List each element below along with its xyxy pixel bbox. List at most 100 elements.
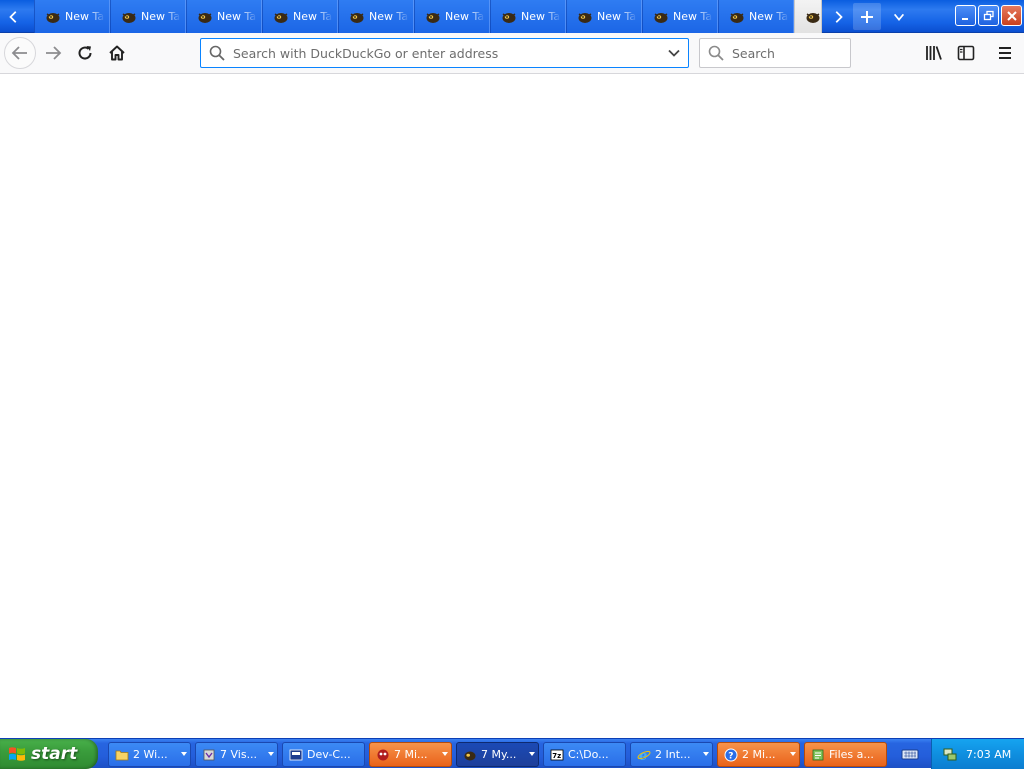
taskbar: start 2 Wi... 7 Vis... Dev-C... 7 Mi... 7 My…: [0, 738, 1024, 769]
taskbar-button-label: 2 Mi...: [742, 748, 776, 761]
home-icon: [109, 45, 125, 61]
chevron-left-icon: [9, 10, 17, 23]
favicon-icon: [654, 12, 668, 23]
network-tray-icon[interactable]: [942, 746, 958, 762]
visual-studio-icon: [203, 749, 215, 760]
navigation-toolbar: [0, 33, 1024, 74]
svg-text:7z: 7z: [552, 752, 561, 760]
tab-strip: New Tab New Tab New Tab New Tab New Tab New T…: [0, 0, 1024, 33]
address-bar[interactable]: [200, 38, 689, 68]
taskbar-button[interactable]: 7 My...: [456, 742, 539, 767]
taskbar-button-label: C:\Do...: [568, 748, 609, 761]
taskbar-button[interactable]: 7z C:\Do...: [543, 742, 626, 767]
hamburger-menu-icon: [999, 47, 1011, 59]
back-button[interactable]: [4, 37, 36, 69]
forward-button[interactable]: [37, 37, 69, 69]
library-icon: [926, 46, 942, 60]
windows-logo-icon: [9, 747, 25, 761]
favicon-icon: [502, 12, 516, 23]
search-bar[interactable]: [699, 38, 851, 68]
window-close-button[interactable]: [1001, 5, 1022, 26]
tab[interactable]: New Tab: [642, 0, 718, 33]
new-tab-button[interactable]: [853, 3, 881, 30]
tab-label: New Tab: [369, 10, 409, 23]
favicon-icon: [122, 12, 136, 23]
restore-icon: [983, 10, 994, 20]
tab-label: New Tab: [521, 10, 561, 23]
dev-cpp-icon: [289, 749, 303, 760]
tab-label: New Tab: [597, 10, 637, 23]
favicon-icon: [806, 12, 820, 23]
chevron-down-icon[interactable]: [666, 45, 682, 61]
favicon-icon: [46, 12, 60, 23]
tab[interactable]: New Tab: [186, 0, 262, 33]
window-restore-button[interactable]: [978, 5, 999, 26]
tab-label: New Tab: [445, 10, 485, 23]
page-content[interactable]: [0, 74, 1024, 738]
taskbar-button-label: 7 Mi...: [394, 748, 428, 761]
taskbar-button[interactable]: ? 2 Mi...: [717, 742, 800, 767]
window-minimize-button[interactable]: [955, 5, 976, 26]
mozilla-icon: [377, 749, 389, 760]
group-caret-icon: [442, 752, 448, 756]
tab[interactable]: New Tab: [34, 0, 110, 33]
address-input[interactable]: [231, 41, 651, 65]
home-button[interactable]: [101, 37, 133, 69]
tab[interactable]: New Tab: [110, 0, 186, 33]
svg-text:?: ?: [728, 751, 733, 761]
favicon-icon: [730, 12, 744, 23]
group-caret-icon: [790, 752, 796, 756]
plus-icon: [861, 10, 873, 23]
7zip-icon: 7z: [550, 749, 564, 760]
keyboard-icon: [901, 749, 919, 760]
taskbar-button-label: 7 Vis...: [220, 748, 258, 761]
group-caret-icon: [268, 752, 274, 756]
list-all-tabs-button[interactable]: [886, 3, 912, 30]
taskbar-button[interactable]: Files a...: [804, 742, 887, 767]
start-label: start: [31, 744, 78, 764]
favicon-icon: [350, 12, 364, 23]
taskbar-buttons: 2 Wi... 7 Vis... Dev-C... 7 Mi... 7 My... 7z C…: [108, 742, 891, 767]
menu-button[interactable]: [991, 39, 1019, 67]
library-button[interactable]: [920, 39, 948, 67]
taskbar-button-label: 7 My...: [481, 748, 517, 761]
tab[interactable]: New Tab: [262, 0, 338, 33]
group-caret-icon: [181, 752, 187, 756]
taskbar-button[interactable]: 7 Mi...: [369, 742, 452, 767]
tab-label: New Tab: [749, 10, 789, 23]
chevron-right-icon: [835, 10, 843, 23]
taskbar-button[interactable]: Dev-C...: [282, 742, 365, 767]
taskbar-button[interactable]: 2 Wi...: [108, 742, 191, 767]
search-icon: [209, 45, 225, 61]
sidebar-button[interactable]: [952, 39, 980, 67]
tab-selected[interactable]: [794, 0, 822, 33]
tab[interactable]: New Tab: [718, 0, 794, 33]
arrow-left-icon: [11, 46, 27, 60]
start-button[interactable]: start: [0, 739, 98, 769]
arrow-right-icon: [46, 46, 62, 60]
tab[interactable]: New Tab: [414, 0, 490, 33]
search-input[interactable]: [730, 41, 840, 65]
clock[interactable]: 7:03 AM: [966, 748, 1011, 761]
language-bar-button[interactable]: [898, 744, 922, 764]
system-tray: 7:03 AM: [931, 739, 1024, 769]
close-icon: [1006, 10, 1017, 21]
taskbar-button[interactable]: 7 Vis...: [195, 742, 278, 767]
taskbar-button-label: 2 Int...: [655, 748, 691, 761]
tab-scroll-right-button[interactable]: [824, 0, 852, 33]
taskbar-button[interactable]: e 2 Int...: [630, 742, 713, 767]
chevron-down-icon: [893, 13, 905, 21]
tab[interactable]: New Tab: [566, 0, 642, 33]
tab-label: New Tab: [673, 10, 713, 23]
tab[interactable]: New Tab: [490, 0, 566, 33]
tab-list: New Tab New Tab New Tab New Tab New Tab New T…: [34, 0, 822, 33]
files-icon: [812, 749, 824, 760]
svg-text:e: e: [639, 749, 647, 762]
tab[interactable]: New Tab: [338, 0, 414, 33]
tab-scroll-left-button[interactable]: [0, 0, 28, 33]
taskbar-button-label: 2 Wi...: [133, 748, 168, 761]
reload-button[interactable]: [69, 37, 101, 69]
tab-label: New Tab: [65, 10, 105, 23]
favicon-icon: [578, 12, 592, 23]
folder-icon: [115, 750, 129, 760]
